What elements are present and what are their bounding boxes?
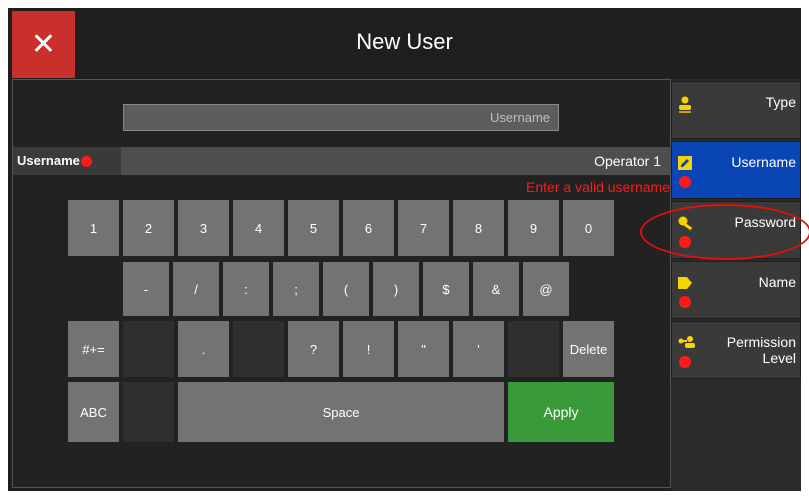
key-slash[interactable]: / [173,262,219,316]
person-icon [678,96,692,117]
username-row: Username Operator 1 [13,147,671,175]
sidebar-item-label: Name [758,274,796,290]
key-6[interactable]: 6 [343,200,394,256]
key-symbols-mode[interactable]: #+= [68,321,119,377]
sidebar-item-type[interactable]: Type [671,81,801,139]
key-3[interactable]: 3 [178,200,229,256]
keyboard-panel: Username Username Operator 1 Enter a val… [12,79,671,488]
sidebar-item-username[interactable]: Username [671,141,801,199]
username-input[interactable]: Username [123,104,559,131]
required-dot-icon [679,356,691,368]
key-open-paren[interactable]: ( [323,262,369,316]
user-key-icon [678,336,696,353]
key-blank[interactable] [508,321,559,377]
key-dollar[interactable]: $ [423,262,469,316]
key-at[interactable]: @ [523,262,569,316]
key-7[interactable]: 7 [398,200,449,256]
key-ampersand[interactable]: & [473,262,519,316]
key-blank[interactable] [123,321,174,377]
close-icon: ✕ [30,28,57,61]
key-double-quote[interactable]: " [398,321,449,377]
delete-key[interactable]: Delete [563,321,614,377]
key-semicolon[interactable]: ; [273,262,319,316]
sidebar-item-label: Permission Level [726,334,796,366]
key-4[interactable]: 4 [233,200,284,256]
username-label: Username [13,147,119,175]
key-abc-mode[interactable]: ABC [68,382,119,442]
key-1[interactable]: 1 [68,200,119,256]
sidebar-item-name[interactable]: Name [671,261,801,319]
key-exclaim[interactable]: ! [343,321,394,377]
sidebar-item-label: Type [765,94,796,110]
edit-icon [678,156,692,173]
key-blank[interactable] [233,321,284,377]
highlight-annotation [640,204,809,260]
key-0[interactable]: 0 [563,200,614,256]
required-dot-icon [679,176,691,188]
key-colon[interactable]: : [223,262,269,316]
sidebar-item-label: Username [731,154,796,170]
key-dash[interactable]: - [123,262,169,316]
username-value[interactable]: Operator 1 [121,147,671,175]
required-dot-icon [679,296,691,308]
title-bar: New User ✕ [8,8,801,81]
tag-icon [678,276,692,292]
key-single-quote[interactable]: ' [453,321,504,377]
sidebar-item-permission-level[interactable]: Permission Level [671,321,801,379]
key-2[interactable]: 2 [123,200,174,256]
key-blank[interactable] [123,382,174,442]
sidebar: Type Username Password Name Permission L… [671,79,801,491]
key-9[interactable]: 9 [508,200,559,256]
key-5[interactable]: 5 [288,200,339,256]
apply-button[interactable]: Apply [508,382,614,442]
key-question[interactable]: ? [288,321,339,377]
key-close-paren[interactable]: ) [373,262,419,316]
error-message: Enter a valid username [526,179,670,195]
key-8[interactable]: 8 [453,200,504,256]
close-button[interactable]: ✕ [12,11,75,78]
page-title: New User [356,29,453,54]
key-period[interactable]: . [178,321,229,377]
required-dot-icon [80,156,92,168]
space-key[interactable]: Space [178,382,504,442]
